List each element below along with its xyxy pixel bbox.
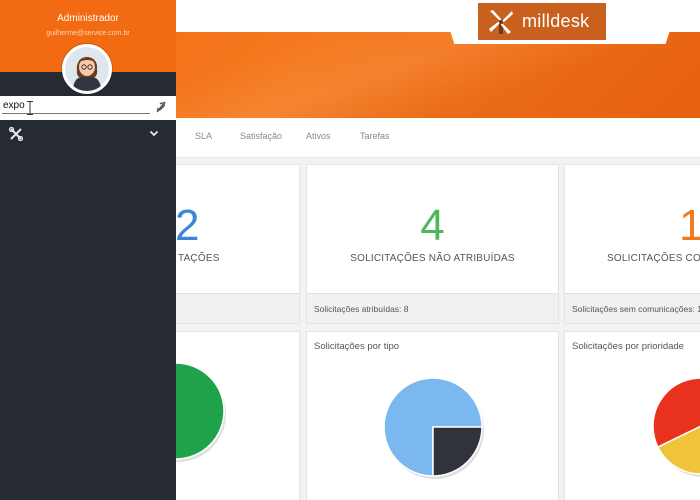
text-cursor-icon [27,101,33,115]
stat-label: SOLICITAÇÕES COM C [607,253,700,264]
pie-slice[interactable] [432,426,483,477]
pie-chart-priority [652,377,700,477]
avatar-icon[interactable] [62,44,112,94]
tab-sla[interactable]: SLA [195,131,212,141]
pie-chart-type [383,377,484,479]
search-input[interactable] [2,98,150,114]
stat-label: SOLICITAÇÕES NÃO ATRIBUÍDAS [350,253,515,264]
user-email: guilherme@service.com.br [46,30,130,37]
stat-footer: Solicitações atribuídas: 8 [307,293,558,323]
stat-card-unassigned[interactable]: 4 SOLICITAÇÕES NÃO ATRIBUÍDAS Solicitaçõ… [306,164,559,324]
chart-card-priority: Solicitações por prioridade [564,331,700,500]
stat-card-communications[interactable]: 1 SOLICITAÇÕES COM C Solicitações sem co… [564,164,700,324]
sidebar: Administrador guilherme@service.com.br [0,0,176,500]
stat-footer: Solicitações sem comunicações: 1 [565,293,700,323]
windmill-icon [489,9,513,34]
user-name: Administrador [57,13,119,24]
tab-ativos[interactable]: Ativos [306,131,331,141]
tab-satisfacao[interactable]: Satisfação [240,131,282,141]
chevron-down-icon[interactable] [149,128,159,138]
brand-name: milldesk [522,11,590,31]
chart-card-type: Solicitações por tipo [306,331,559,500]
brand-logo[interactable]: milldesk [478,3,606,40]
tools-icon [9,127,23,141]
clear-search-icon[interactable] [154,100,168,114]
stat-value: 4 [420,201,445,250]
tab-tarefas[interactable]: Tarefas [360,131,390,141]
stat-value: 1 [679,201,700,250]
sidebar-menu-tools[interactable] [0,120,176,146]
